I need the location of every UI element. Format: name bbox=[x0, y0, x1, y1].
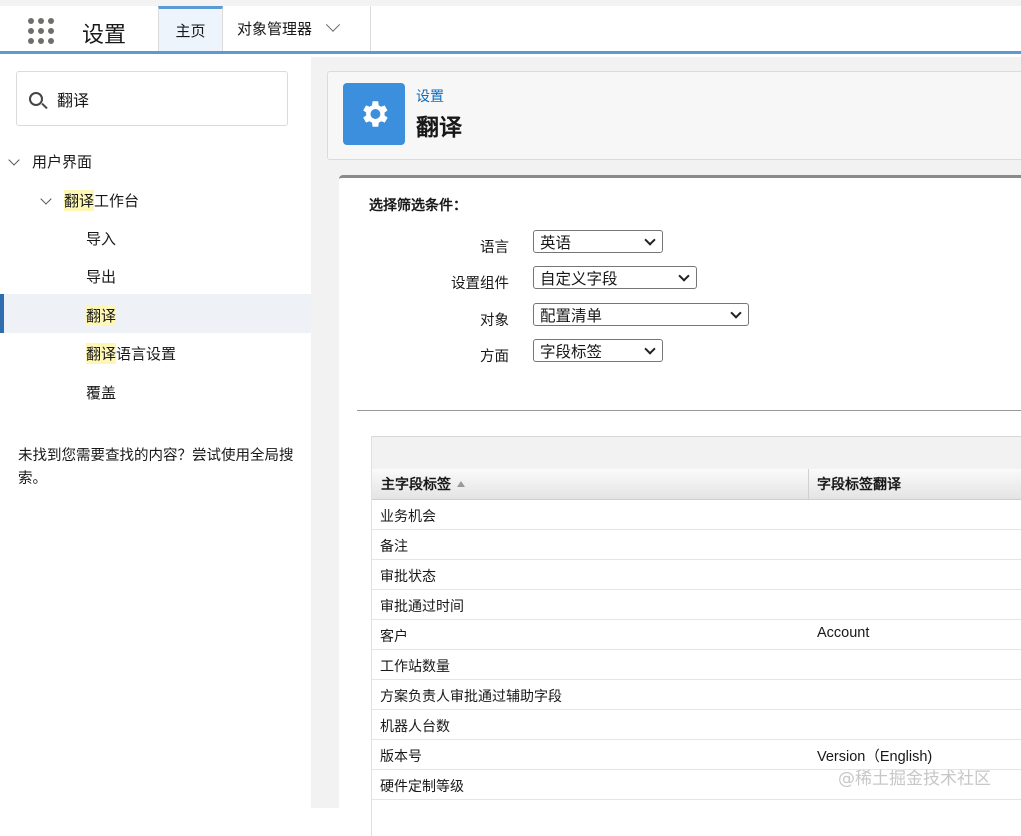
page-title: 翻译 bbox=[416, 115, 462, 141]
sidebar-item-override[interactable]: 覆盖 bbox=[86, 382, 116, 403]
sidebar-item-export[interactable]: 导出 bbox=[86, 266, 116, 287]
sort-ascending-icon bbox=[457, 481, 465, 487]
search-highlight: 翻译 bbox=[64, 190, 95, 211]
gear-icon bbox=[363, 101, 388, 127]
tree-section-label: 用户界面 bbox=[32, 153, 93, 171]
tree-group-label: 工作台 bbox=[94, 192, 140, 210]
language-select-value: 英语 bbox=[540, 233, 572, 252]
translation-panel: 选择筛选条件： 语言 英语 设置组件 自定义字段 对象 配置清单 方面 字段标签… bbox=[339, 175, 1021, 836]
sidebar-item-label: 覆盖 bbox=[86, 384, 117, 402]
sidebar-item-label: 导入 bbox=[86, 230, 117, 248]
sidebar-item-language-settings[interactable]: 翻译 语言设置 bbox=[86, 343, 176, 364]
quick-find-input[interactable] bbox=[57, 89, 257, 108]
tab-home[interactable]: 主页 bbox=[158, 6, 223, 51]
chevron-down-icon[interactable] bbox=[8, 153, 20, 166]
table-row: 审批状态 bbox=[372, 560, 1021, 590]
app-title: 设置 bbox=[82, 23, 127, 48]
row-master-label: 机器人台数 bbox=[380, 719, 450, 735]
sidebar-item-label: 语言设置 bbox=[116, 345, 177, 363]
table-row: 客户 Account bbox=[372, 620, 1021, 650]
filter-title: 选择筛选条件： bbox=[369, 198, 467, 214]
aspect-select[interactable]: 字段标签 bbox=[533, 339, 663, 362]
tree-section-user-interface[interactable]: 用户界面 bbox=[8, 151, 93, 172]
top-bar: 设置 主页 对象管理器 bbox=[0, 0, 1021, 54]
watermark: @稀土掘金技术社区 bbox=[838, 769, 991, 789]
component-select-value: 自定义字段 bbox=[540, 269, 618, 288]
row-translation[interactable]: Account bbox=[817, 625, 869, 641]
filter-label-object: 对象 bbox=[480, 313, 509, 329]
chevron-down-icon bbox=[678, 270, 690, 282]
active-item-indicator bbox=[0, 294, 311, 333]
sidebar-item-import[interactable]: 导入 bbox=[86, 228, 116, 249]
filter-label-language: 语言 bbox=[480, 240, 509, 256]
chevron-down-icon[interactable] bbox=[325, 17, 341, 32]
row-translation[interactable]: Version（English) bbox=[817, 745, 932, 766]
component-select[interactable]: 自定义字段 bbox=[533, 266, 697, 289]
divider bbox=[357, 410, 1021, 411]
row-master-label: 审批状态 bbox=[380, 569, 436, 585]
breadcrumb-setup[interactable]: 设置 bbox=[416, 86, 444, 106]
object-select[interactable]: 配置清单 bbox=[533, 303, 749, 326]
row-master-label: 备注 bbox=[380, 539, 408, 555]
row-master-label: 版本号 bbox=[380, 749, 422, 765]
tree-group-translation-workbench[interactable]: 翻译 工作台 bbox=[40, 190, 140, 211]
page-header: 设置 翻译 bbox=[327, 71, 1021, 160]
tab-object-manager-label: 对象管理器 bbox=[237, 20, 313, 38]
table-row: 审批通过时间 bbox=[372, 590, 1021, 620]
column-header-label: 字段标签翻译 bbox=[817, 477, 901, 493]
main-content: 设置 翻译 选择筛选条件： 语言 英语 设置组件 自定义字段 对象 配置清单 方… bbox=[311, 57, 1021, 836]
global-search-hint: 未找到您需要查找的内容？尝试使用全局搜索。 bbox=[18, 448, 294, 487]
table-row: 机器人台数 bbox=[372, 710, 1021, 740]
search-highlight: 翻译 bbox=[86, 343, 117, 364]
table-toolbar bbox=[372, 436, 1021, 469]
row-master-label: 审批通过时间 bbox=[380, 599, 464, 615]
quick-find-box[interactable] bbox=[16, 71, 288, 126]
object-select-value: 配置清单 bbox=[540, 306, 603, 325]
search-highlight: 翻译 bbox=[86, 305, 117, 326]
table-row: 备注 bbox=[372, 530, 1021, 560]
row-master-label: 客户 bbox=[380, 629, 408, 645]
aspect-select-value: 字段标签 bbox=[540, 342, 603, 361]
filter-label-aspect: 方面 bbox=[480, 349, 509, 365]
row-master-label: 硬件定制等级 bbox=[380, 779, 464, 795]
setup-gear-tile bbox=[343, 83, 405, 145]
search-icon bbox=[29, 91, 43, 106]
chevron-down-icon bbox=[644, 234, 656, 246]
row-master-label: 业务机会 bbox=[380, 509, 436, 525]
chevron-down-icon bbox=[730, 307, 742, 319]
table-row: 方案负责人审批通过辅助字段 bbox=[372, 680, 1021, 710]
sidebar: 用户界面 翻译工作台 导入 导出 翻译 翻译语言设置 覆盖 未找到您需要查找的内… bbox=[0, 57, 311, 808]
chevron-down-icon bbox=[644, 343, 656, 355]
row-master-label: 工作站数量 bbox=[380, 659, 450, 675]
tab-home-label: 主页 bbox=[175, 21, 206, 40]
tab-object-manager[interactable]: 对象管理器 bbox=[223, 6, 371, 51]
app-launcher-icon[interactable] bbox=[28, 18, 54, 44]
column-header-translation: 字段标签翻译 bbox=[809, 469, 1021, 500]
table-row: 业务机会 bbox=[372, 500, 1021, 530]
sidebar-item-translate[interactable]: 翻译 bbox=[86, 305, 117, 326]
language-select[interactable]: 英语 bbox=[533, 230, 663, 253]
table-row: 工作站数量 bbox=[372, 650, 1021, 680]
column-header-master-label[interactable]: 主字段标签 bbox=[372, 469, 809, 500]
chevron-down-icon[interactable] bbox=[40, 192, 52, 205]
filter-label-component: 设置组件 bbox=[451, 276, 509, 292]
row-master-label: 方案负责人审批通过辅助字段 bbox=[380, 689, 562, 705]
column-header-label: 主字段标签 bbox=[381, 477, 451, 493]
sidebar-item-label: 导出 bbox=[86, 268, 117, 286]
